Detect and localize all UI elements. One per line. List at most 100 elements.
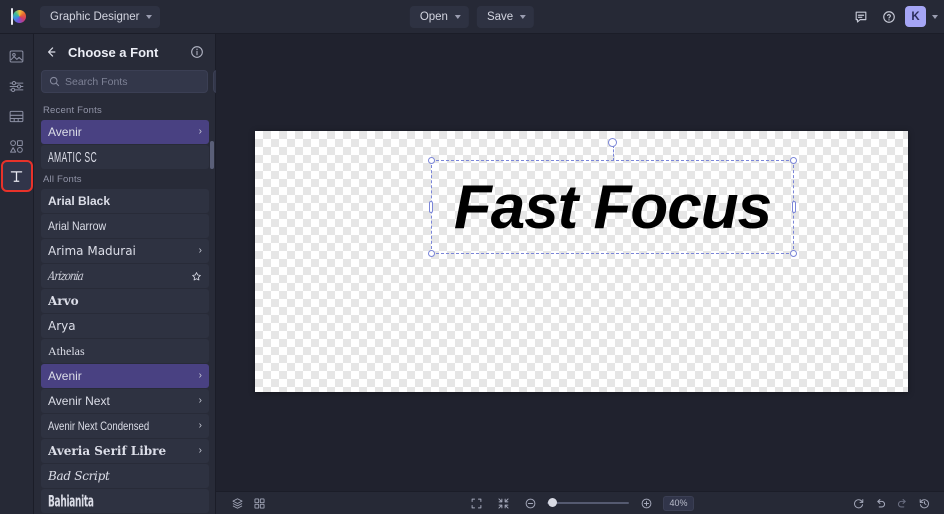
font-name-label: Bad Script [48,469,110,483]
font-list-item[interactable]: Avenir › [41,120,209,144]
tool-rail [0,34,34,514]
font-list-scrollbar[interactable] [210,141,214,169]
sidebar-item-adjust[interactable] [3,72,31,100]
chevron-right-icon[interactable]: › [199,127,202,137]
font-name-label: Avenir Next Condensed [48,419,150,433]
redo-icon[interactable] [892,494,912,513]
user-avatar[interactable]: K [905,6,926,27]
font-list-item[interactable]: Averia Serif Libre › [41,439,209,463]
document-name-label: Graphic Designer [50,10,140,23]
font-list-item[interactable]: Avenir Next › [41,389,209,413]
canvas-text-layer[interactable]: Fast Focus [432,161,793,253]
rotate-handle[interactable] [608,138,617,147]
resize-handle-top-right[interactable] [790,157,797,164]
sidebar-item-layout[interactable] [3,102,31,130]
font-name-label: Avenir [48,125,82,139]
resize-handle-bottom-left[interactable] [428,250,435,257]
back-arrow-icon[interactable] [40,41,62,63]
account-chevron-down-icon[interactable] [932,14,938,19]
font-name-label: Avenir Next [48,394,110,408]
font-list-item[interactable]: Arya [41,314,209,338]
font-list[interactable]: Recent Fonts Avenir › AMATIC SC All Fonts … [34,101,215,514]
fit-to-screen-icon[interactable] [466,494,486,513]
font-name-label: Arima Madurai [48,244,136,258]
layers-icon[interactable] [227,494,247,513]
help-circle-icon[interactable] [877,5,901,29]
font-list-item[interactable]: Athelas [41,339,209,363]
chevron-right-icon[interactable]: › [199,371,202,381]
top-bar-actions: Open Save [409,5,535,28]
font-search-row [34,70,264,101]
app-logo[interactable] [0,0,34,34]
sidebar-item-image[interactable] [3,42,31,70]
save-button[interactable]: Save [476,5,535,28]
choose-font-panel: Choose a Font Search Fonts Recent Fonts … [34,34,264,514]
font-list-item[interactable]: Avenir Next Condensed › [41,414,209,438]
font-name-label: Athelas [48,343,85,358]
avatar-initial: K [911,10,920,23]
sidebar-item-shapes[interactable] [3,132,31,160]
sidebar-item-text[interactable] [0,160,33,192]
zoom-out-icon[interactable] [520,494,540,513]
font-list-item[interactable]: Arial Black [41,189,209,213]
font-list-item[interactable]: AMATIC SC [41,145,209,169]
font-list-item[interactable]: Bad Script [41,464,209,488]
refresh-icon[interactable] [848,494,868,513]
chat-bubble-icon[interactable] [849,5,873,29]
recent-fonts-label: Recent Fonts [43,105,102,116]
recent-fonts-list: Avenir › AMATIC SC [41,120,209,169]
pixlr-editor-window: Graphic Designer Open Save K Choose a Fo… [0,0,944,514]
resize-handle-bottom-right[interactable] [790,250,797,257]
font-name-label: Bahianita [48,491,94,511]
bottom-left-group [216,494,269,513]
chevron-right-icon[interactable]: › [199,396,202,406]
top-bar: Graphic Designer Open Save K [0,0,944,34]
chevron-right-icon[interactable]: › [199,446,202,456]
zoom-level-value[interactable]: 40% [663,495,694,511]
page-title: Choose a Font [68,44,159,60]
search-box[interactable] [41,70,208,93]
document-name-dropdown[interactable]: Graphic Designer [40,5,161,28]
chevron-right-icon[interactable]: › [199,246,202,256]
save-label: Save [486,10,514,23]
chevron-down-icon [146,14,153,19]
font-list-item[interactable]: Arvo [41,289,209,313]
font-list-item[interactable]: Arima Madurai › [41,239,209,263]
zoom-in-icon[interactable] [636,494,656,513]
font-list-item[interactable]: Arial Narrow [41,214,209,238]
favorite-star-icon[interactable] [191,271,202,282]
text-layer-selection[interactable]: Fast Focus [428,138,797,257]
resize-handle-middle-left[interactable] [429,201,433,213]
font-list-item[interactable]: Arizonia [41,264,209,288]
rotation-stem [612,145,614,161]
history-icon[interactable] [914,494,934,513]
grid-icon[interactable] [249,494,269,513]
search-input[interactable] [65,75,200,88]
font-name-label: Arial Black [48,194,111,208]
open-button[interactable]: Open [409,5,469,28]
chevron-right-icon[interactable]: › [199,421,202,431]
pixlr-logo-icon [9,8,26,25]
panel-header: Choose a Font [34,34,215,70]
resize-handle-middle-right[interactable] [792,201,796,213]
undo-icon[interactable] [870,494,890,513]
font-name-label: Arizonia [47,269,84,283]
zoom-slider[interactable] [547,498,629,507]
open-label: Open [419,10,448,23]
artboard[interactable]: Fast Focus [255,131,908,392]
top-bar-right-group: K [849,5,938,29]
all-fonts-label: All Fonts [43,174,82,185]
info-circle-icon[interactable] [187,42,207,62]
actual-size-icon[interactable] [493,494,513,513]
bottom-right-group [848,494,934,513]
font-name-label: Arial Narrow [48,219,107,233]
font-name-label: Averia Serif Libre [48,444,167,458]
zoom-slider-knob[interactable] [548,498,557,507]
font-list-item[interactable]: Bahianita [41,489,209,513]
font-name-label: Avenir [48,369,82,383]
canvas-viewport[interactable]: Fast Focus [216,34,944,491]
resize-handle-top-left[interactable] [428,157,435,164]
font-list-item[interactable]: Avenir › [41,364,209,388]
search-icon [49,76,60,87]
all-fonts-list: Arial Black Arial Narrow Arima Madurai › Ari… [41,189,209,513]
